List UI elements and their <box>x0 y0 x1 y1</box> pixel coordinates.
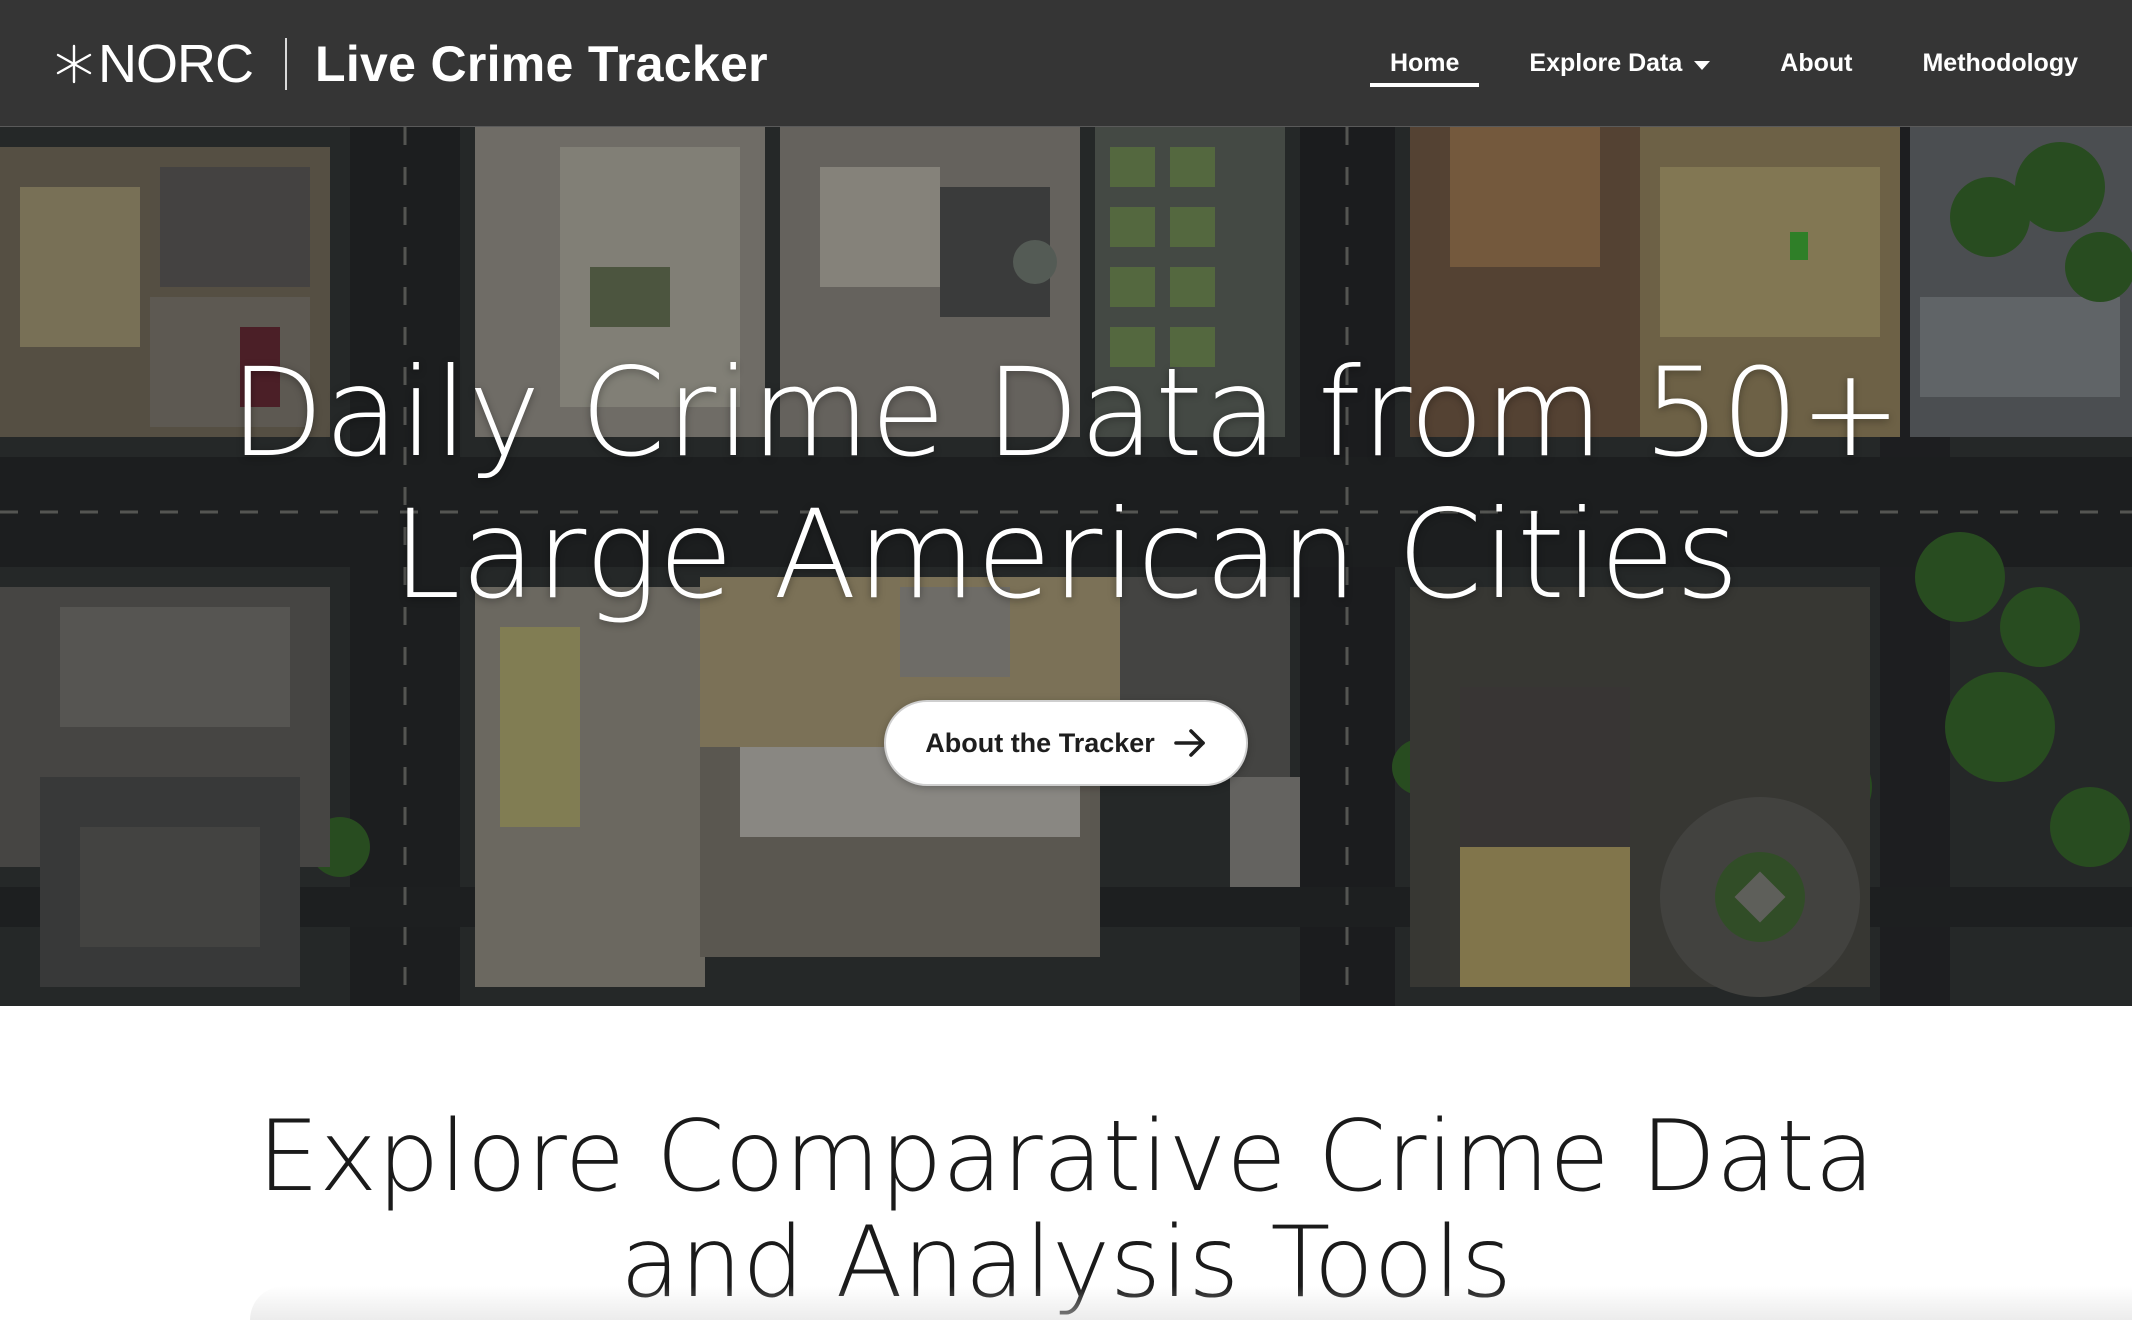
hero-headline: Daily Crime Data from 50+ Large American… <box>0 342 2132 626</box>
nav-methodology-label: Methodology <box>1922 49 2078 77</box>
explore-section: Explore Comparative Crime Data and Analy… <box>0 1006 2132 1320</box>
nav-methodology[interactable]: Methodology <box>1922 0 2078 127</box>
norc-star-icon <box>56 44 92 83</box>
nav-explore-data-label: Explore Data <box>1529 49 1683 77</box>
caret-down-icon <box>1694 60 1711 70</box>
hero-headline-line2: Large American Cities <box>392 484 1740 626</box>
site-title[interactable]: Live Crime Tracker <box>315 39 768 89</box>
nav-explore-data[interactable]: Explore Data <box>1529 0 1711 127</box>
main-nav: Home Explore Data About Methodology <box>1320 0 2078 127</box>
hero-section: Daily Crime Data from 50+ Large American… <box>0 127 2132 1006</box>
explore-title-line1: Explore Comparative Crime Data <box>257 1100 1875 1214</box>
about-the-tracker-label: About the Tracker <box>925 727 1155 758</box>
nav-about[interactable]: About <box>1780 0 1852 127</box>
brand-divider <box>285 37 287 90</box>
norc-logo[interactable]: NORC <box>52 33 254 94</box>
card-top-edge <box>250 1286 2132 1320</box>
brand: NORC Live Crime Tracker <box>52 0 768 127</box>
nav-about-label: About <box>1780 49 1853 77</box>
nav-home[interactable]: Home <box>1369 0 1481 127</box>
about-the-tracker-button[interactable]: About the Tracker <box>884 700 1248 786</box>
hero-headline-line1: Daily Crime Data from 50+ <box>229 342 1903 484</box>
norc-logo-text: NORC <box>98 33 254 94</box>
site-header: NORC Live Crime Tracker Home Explore Dat… <box>0 0 2132 127</box>
nav-home-label: Home <box>1389 49 1460 77</box>
explore-title: Explore Comparative Crime Data and Analy… <box>0 1104 2132 1316</box>
arrow-right-icon <box>1173 729 1205 757</box>
